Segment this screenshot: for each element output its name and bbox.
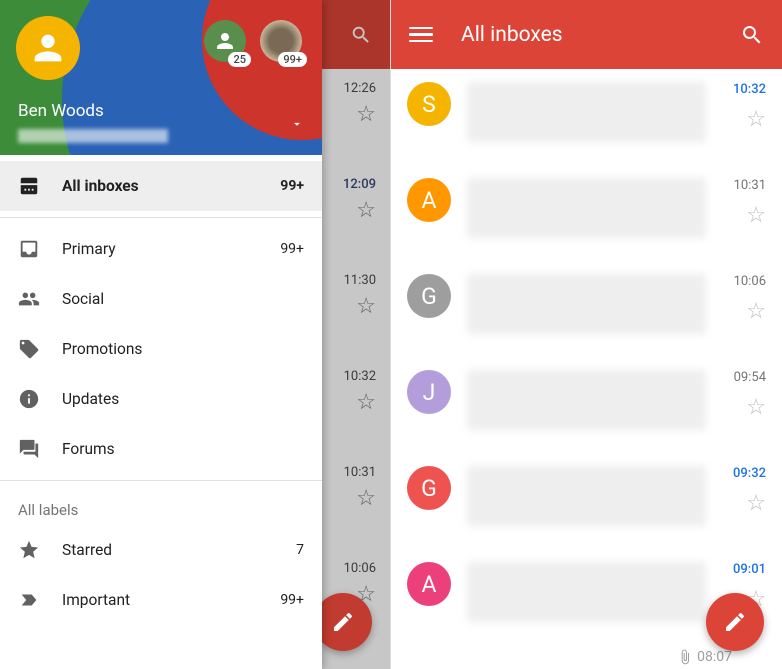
email-content-redacted — [467, 370, 706, 430]
star-toggle[interactable]: ☆ — [746, 107, 766, 132]
email-time: 10:06 — [734, 274, 766, 289]
menu-button[interactable] — [409, 23, 433, 47]
important-icon — [18, 589, 40, 611]
account-badge: 99+ — [278, 52, 307, 67]
drawer-item-count: 99+ — [280, 241, 304, 257]
star-toggle[interactable]: ☆ — [746, 299, 766, 324]
pencil-icon — [331, 610, 355, 634]
drawer-item-primary[interactable]: Primary 99+ — [0, 224, 322, 274]
drawer-item-label: Forums — [62, 440, 304, 458]
drawer-item-count: 99+ — [280, 178, 304, 194]
drawer-item-starred[interactable]: Starred 7 — [0, 525, 322, 575]
drawer-list: All inboxes 99+ Primary 99+ Social Promo… — [0, 155, 322, 669]
star-toggle[interactable]: ☆ — [746, 491, 766, 516]
email-item[interactable]: J 09:54 ☆ — [391, 357, 782, 453]
compose-fab[interactable] — [706, 593, 764, 651]
inbox-icon — [18, 238, 40, 260]
all-inboxes-icon — [18, 175, 40, 197]
email-content-redacted — [467, 466, 706, 526]
attachment-time: 08:07 — [697, 649, 732, 665]
sender-avatar[interactable]: J — [407, 370, 451, 414]
tag-icon — [18, 338, 40, 360]
attachment-indicator: 08:07 — [677, 649, 732, 665]
drawer-item-updates[interactable]: Updates — [0, 374, 322, 424]
drawer-item-important[interactable]: Important 99+ — [0, 575, 322, 625]
email-item[interactable]: G 10:06 ☆ — [391, 261, 782, 357]
email-list[interactable]: S 10:32 ☆ A 10:31 ☆ G 10:06 ☆ J 09:54 ☆ G — [391, 69, 782, 669]
pencil-icon — [723, 610, 747, 634]
drawer-item-label: Starred — [62, 541, 296, 559]
email-item[interactable]: A 10:31 ☆ — [391, 165, 782, 261]
sender-avatar[interactable]: G — [407, 466, 451, 510]
main-avatar[interactable] — [16, 16, 80, 80]
email-time: 10:31 — [734, 178, 766, 193]
search-button[interactable] — [740, 23, 764, 47]
drawer-header: 25 99+ Ben Woods — [0, 0, 322, 155]
account-name: Ben Woods — [18, 101, 104, 121]
drawer-item-label: Updates — [62, 390, 304, 408]
avatar-initial: S — [422, 91, 436, 118]
star-icon — [18, 539, 40, 561]
account-email-redacted — [18, 129, 168, 143]
email-time: 09:01 — [733, 562, 766, 577]
avatar-initial: A — [421, 187, 436, 214]
sender-avatar[interactable]: S — [407, 82, 451, 126]
email-content-redacted — [467, 274, 706, 334]
email-item[interactable]: S 10:32 ☆ — [391, 69, 782, 165]
forum-icon — [18, 438, 40, 460]
divider — [0, 217, 322, 218]
hamburger-icon — [409, 27, 433, 30]
drawer-item-count: 99+ — [280, 592, 304, 608]
drawer-item-count: 7 — [296, 542, 304, 558]
divider — [0, 480, 322, 481]
drawer-item-forums[interactable]: Forums — [0, 424, 322, 474]
email-content-redacted — [467, 562, 706, 622]
email-time: 10:32 — [733, 82, 766, 97]
app-bar: All inboxes — [391, 0, 782, 69]
person-icon — [28, 28, 68, 68]
info-icon — [18, 388, 40, 410]
paperclip-icon — [677, 649, 693, 665]
drawer-item-all-inboxes[interactable]: All inboxes 99+ — [0, 161, 322, 211]
drawer-item-label: Social — [62, 290, 304, 308]
app-bar-title: All inboxes — [461, 23, 740, 47]
secondary-account-2[interactable]: 99+ — [260, 20, 302, 62]
avatar-initial: J — [423, 379, 436, 406]
person-icon — [213, 29, 237, 53]
sender-avatar[interactable]: G — [407, 274, 451, 318]
drawer-item-label: Important — [62, 591, 280, 609]
email-content-redacted — [467, 178, 706, 238]
star-toggle[interactable]: ☆ — [746, 203, 766, 228]
account-badge: 25 — [228, 52, 251, 67]
drawer-item-label: Primary — [62, 240, 280, 258]
avatar-initial: G — [421, 283, 437, 310]
nav-drawer: 25 99+ Ben Woods All inboxes 99+ — [0, 0, 322, 669]
caret-down-icon — [290, 117, 304, 131]
compose-fab-bg — [314, 593, 372, 651]
email-time: 09:32 — [733, 466, 766, 481]
drawer-item-social[interactable]: Social — [0, 274, 322, 324]
email-item[interactable]: G 09:32 ☆ — [391, 453, 782, 549]
left-phone: 12:26☆ 12:09☆ 11:30☆ 10:32☆ 10:31☆ 10:06… — [0, 0, 391, 669]
right-phone: All inboxes S 10:32 ☆ A 10:31 ☆ G 10:06 ☆ J — [391, 0, 782, 669]
sender-avatar[interactable]: A — [407, 562, 451, 606]
drawer-item-label: All inboxes — [62, 177, 280, 195]
email-content-redacted — [467, 82, 706, 142]
sender-avatar[interactable]: A — [407, 178, 451, 222]
drawer-section-header: All labels — [0, 487, 322, 525]
drawer-item-promotions[interactable]: Promotions — [0, 324, 322, 374]
people-icon — [18, 288, 40, 310]
avatar-initial: A — [421, 571, 436, 598]
email-time: 09:54 — [734, 370, 766, 385]
star-toggle[interactable]: ☆ — [746, 395, 766, 420]
avatar-initial: G — [421, 475, 437, 502]
account-switcher[interactable] — [290, 116, 304, 135]
secondary-account-1[interactable]: 25 — [204, 20, 246, 62]
drawer-item-label: Promotions — [62, 340, 304, 358]
